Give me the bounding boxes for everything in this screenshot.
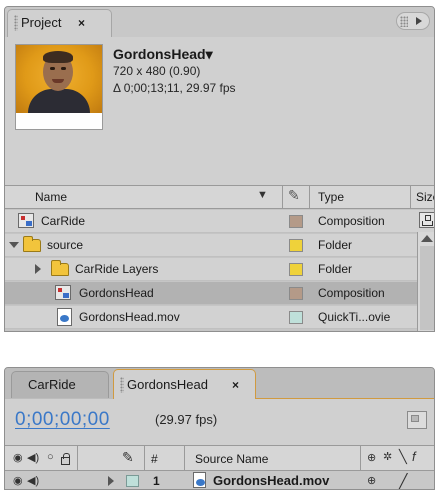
item-name: GordonsHead.mov: [79, 310, 180, 324]
audio-speaker-icon[interactable]: ◀): [27, 474, 39, 487]
item-dimensions: 720 x 480 (0.90): [113, 64, 201, 78]
flowchart-icon[interactable]: [419, 212, 434, 228]
folder-icon: [23, 236, 41, 252]
column-source-name[interactable]: Source Name: [195, 452, 268, 466]
quality-switch-icon[interactable]: ╲: [399, 449, 407, 465]
collapse-switch-icon[interactable]: ✲: [383, 450, 392, 463]
scroll-up-arrow-icon[interactable]: [421, 235, 433, 242]
label-color-swatch[interactable]: [289, 239, 303, 252]
tab-project[interactable]: Project ×: [7, 9, 112, 37]
project-tab-label: Project: [21, 15, 62, 30]
grip-icon[interactable]: [14, 15, 18, 31]
tab-label: GordonsHead: [127, 377, 208, 392]
item-name: CarRide Layers: [75, 262, 159, 276]
tab-label: CarRide: [28, 377, 76, 392]
timeline-panel: CarRide GordonsHead × 0;00;00;00 (29.97 …: [4, 367, 435, 490]
item-type: Folder: [318, 238, 353, 252]
timeline-body: 0;00;00;00 (29.97 fps) ◉ ◀) ○ ✎ # Source…: [5, 399, 434, 489]
item-type: Folder: [318, 262, 353, 276]
project-item-gordonshead[interactable]: GordonsHead Composition: [5, 282, 434, 305]
tab-gordonshead[interactable]: GordonsHead ×: [113, 369, 256, 399]
panel-menu-button[interactable]: [396, 12, 430, 30]
lock-icon[interactable]: [61, 453, 70, 465]
label-tag-icon[interactable]: ✎: [288, 187, 300, 204]
project-item-gordonshead-mov[interactable]: GordonsHead.mov QuickTi...ovie: [5, 306, 434, 329]
item-name-dropdown[interactable]: GordonsHead▾: [113, 46, 213, 63]
item-info-area: GordonsHead▾ 720 x 480 (0.90) Δ 0;00;13;…: [5, 37, 434, 185]
item-thumbnail: [15, 44, 103, 130]
item-name: CarRide: [41, 214, 86, 228]
item-duration: Δ 0;00;13;11, 29.97 fps: [113, 81, 236, 95]
play-arrow-icon: [416, 17, 422, 25]
item-name: GordonsHead: [79, 286, 154, 300]
project-scrollbar[interactable]: [417, 232, 434, 331]
label-color-swatch[interactable]: [289, 311, 303, 324]
eye-icon[interactable]: ◉: [13, 474, 23, 487]
shy-switch-icon[interactable]: ⊕: [367, 474, 376, 487]
item-type: Composition: [318, 286, 385, 300]
project-tab-bar: Project ×: [5, 7, 434, 37]
composition-icon: [55, 285, 71, 300]
project-item-carride[interactable]: CarRide Composition: [5, 210, 434, 233]
shy-switch-icon[interactable]: ⊕: [367, 451, 376, 464]
expand-arrow-icon[interactable]: [9, 242, 19, 248]
item-name: source: [47, 238, 84, 252]
timeline-tab-bar: CarRide GordonsHead ×: [5, 368, 434, 399]
chevron-down-icon[interactable]: ▼: [257, 189, 268, 201]
effect-switch-icon[interactable]: f: [412, 449, 416, 464]
current-time-display[interactable]: 0;00;00;00: [15, 409, 110, 431]
frame-rate-label: (29.97 fps): [155, 412, 218, 427]
column-name[interactable]: Name: [35, 190, 67, 204]
composition-icon: [18, 213, 34, 228]
scroll-track[interactable]: [420, 246, 434, 330]
label-color-swatch[interactable]: [289, 215, 303, 228]
solo-circle-icon[interactable]: ○: [47, 451, 54, 463]
quality-switch-icon[interactable]: ╱: [399, 473, 407, 489]
comp-mini-flowchart-icon[interactable]: [407, 411, 427, 429]
timeline-column-header: ◉ ◀) ○ ✎ # Source Name ⊕ ✲ ╲ f: [5, 445, 434, 471]
quicktime-movie-icon: [193, 472, 206, 488]
label-color-swatch[interactable]: [289, 263, 303, 276]
tab-carride[interactable]: CarRide: [11, 371, 109, 398]
layer-source-name[interactable]: GordonsHead.mov: [213, 473, 329, 488]
label-color-swatch[interactable]: [126, 475, 139, 487]
project-item-source[interactable]: source Folder: [5, 234, 434, 257]
item-type: Composition: [318, 214, 385, 228]
close-icon[interactable]: ×: [78, 16, 85, 30]
thumbnail-image: [16, 45, 102, 113]
layer-row[interactable]: ◉ ◀) 1 GordonsHead.mov ⊕ ╱: [5, 471, 434, 489]
eye-icon[interactable]: ◉: [13, 451, 23, 464]
close-icon[interactable]: ×: [232, 378, 239, 392]
grip-icon[interactable]: [120, 377, 124, 393]
layer-number: 1: [153, 474, 160, 488]
project-panel: Project × GordonsHead▾ 720 x 480 (0.90) …: [4, 6, 435, 332]
audio-speaker-icon[interactable]: ◀): [27, 451, 39, 464]
label-color-swatch[interactable]: [289, 287, 303, 300]
expand-arrow-icon[interactable]: [108, 476, 114, 486]
expand-arrow-icon[interactable]: [35, 264, 41, 274]
column-size[interactable]: Size: [416, 190, 434, 204]
label-tag-icon[interactable]: ✎: [122, 449, 134, 466]
folder-icon: [51, 260, 69, 276]
quicktime-movie-icon: [57, 308, 72, 326]
project-column-header: Name ▼ ✎ Type Size: [5, 185, 434, 209]
project-item-carride-layers[interactable]: CarRide Layers Folder: [5, 258, 434, 281]
item-type: QuickTi...ovie: [318, 310, 391, 324]
column-type[interactable]: Type: [318, 190, 344, 204]
column-number[interactable]: #: [151, 452, 158, 466]
grip-icon: [400, 16, 408, 27]
